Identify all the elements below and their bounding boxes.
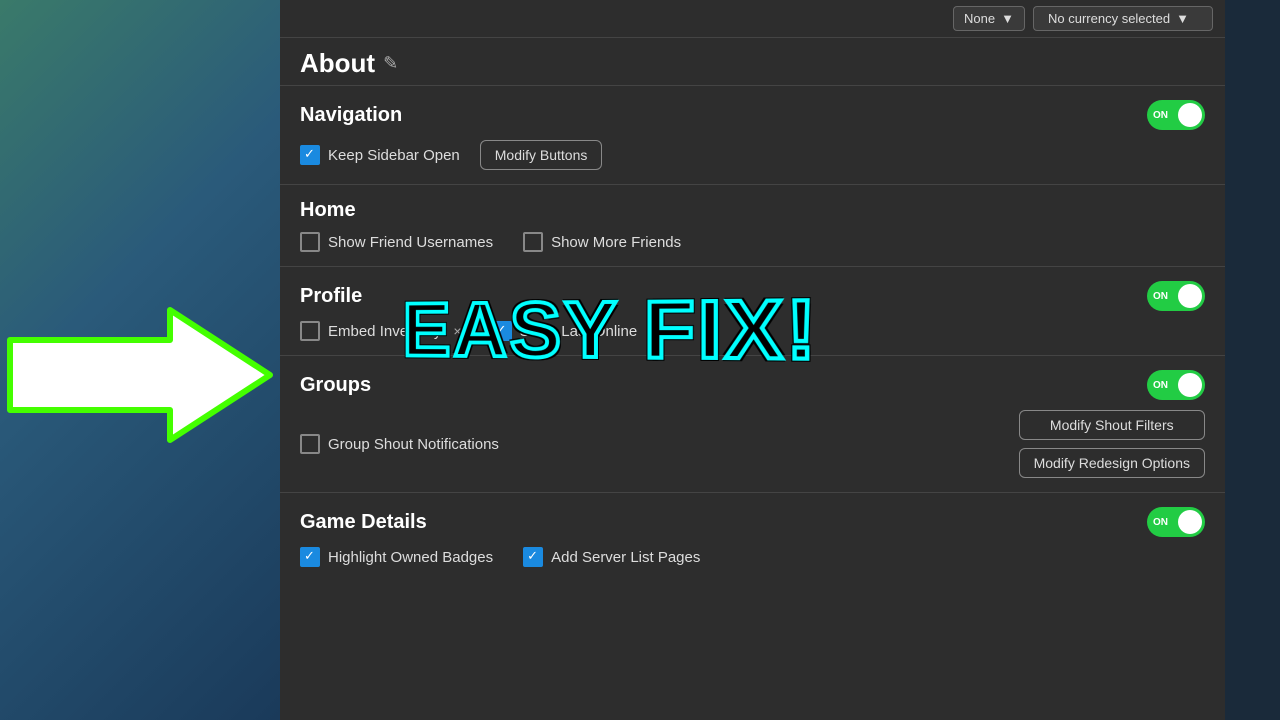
navigation-toggle-label: ON bbox=[1153, 110, 1168, 121]
home-section-header: Home bbox=[300, 199, 1205, 222]
game-details-section-header: Game Details ON bbox=[300, 507, 1205, 537]
show-more-friends-item: Show More Friends bbox=[523, 232, 681, 252]
currency-arrow-icon: ▼ bbox=[1176, 11, 1189, 26]
navigation-title: Navigation bbox=[300, 104, 402, 127]
embed-inventory-label: Embed Inventory bbox=[328, 323, 441, 340]
navigation-toggle[interactable]: ON bbox=[1147, 100, 1205, 130]
show-friend-usernames-checkbox[interactable] bbox=[300, 232, 320, 252]
dropdown-arrow-icon: ▼ bbox=[1001, 11, 1014, 26]
none-label: None bbox=[964, 11, 995, 26]
background-right bbox=[1225, 0, 1280, 720]
home-title: Home bbox=[300, 199, 356, 222]
navigation-toggle-knob bbox=[1178, 103, 1202, 127]
embed-inventory-close-icon[interactable]: × bbox=[453, 323, 461, 339]
show-last-online-item: Show Last Online bbox=[492, 321, 638, 341]
settings-panel: None ▼ No currency selected ▼ About ✎ Na… bbox=[280, 0, 1225, 720]
game-details-toggle-knob bbox=[1178, 510, 1202, 534]
none-dropdown[interactable]: None ▼ bbox=[953, 6, 1025, 31]
show-more-friends-label: Show More Friends bbox=[551, 234, 681, 251]
modify-buttons-button[interactable]: Modify Buttons bbox=[480, 140, 603, 170]
about-header: About ✎ bbox=[280, 38, 1225, 85]
home-content: Show Friend Usernames Show More Friends bbox=[300, 232, 1205, 252]
add-server-list-pages-label: Add Server List Pages bbox=[551, 549, 700, 566]
groups-toggle-knob bbox=[1178, 373, 1202, 397]
profile-toggle-label: ON bbox=[1153, 291, 1168, 302]
show-friend-usernames-item: Show Friend Usernames bbox=[300, 232, 493, 252]
groups-section: Groups ON Group Shout Notifications Modi… bbox=[280, 355, 1225, 492]
about-title: About bbox=[300, 48, 375, 79]
home-section: Home Show Friend Usernames Show More Fri… bbox=[280, 184, 1225, 266]
background-left bbox=[0, 0, 280, 720]
keep-sidebar-open-label: Keep Sidebar Open bbox=[328, 147, 460, 164]
profile-content: Embed Inventory × Show Last Online bbox=[300, 321, 1205, 341]
add-server-list-pages-item: Add Server List Pages bbox=[523, 547, 700, 567]
highlight-owned-badges-checkbox[interactable] bbox=[300, 547, 320, 567]
add-server-list-pages-checkbox[interactable] bbox=[523, 547, 543, 567]
profile-section-header: Profile ON bbox=[300, 281, 1205, 311]
groups-toggle-label: ON bbox=[1153, 380, 1168, 391]
group-shout-notifications-checkbox[interactable] bbox=[300, 434, 320, 454]
modify-shout-filters-button[interactable]: Modify Shout Filters bbox=[1019, 410, 1205, 440]
navigation-content: Keep Sidebar Open Modify Buttons bbox=[300, 140, 1205, 170]
show-friend-usernames-label: Show Friend Usernames bbox=[328, 234, 493, 251]
keep-sidebar-open-checkbox[interactable] bbox=[300, 145, 320, 165]
profile-toggle[interactable]: ON bbox=[1147, 281, 1205, 311]
profile-section: Profile ON Embed Inventory × Show Last O… bbox=[280, 266, 1225, 355]
groups-toggle[interactable]: ON bbox=[1147, 370, 1205, 400]
game-details-section: Game Details ON Highlight Owned Badges A… bbox=[280, 492, 1225, 581]
highlight-owned-badges-label: Highlight Owned Badges bbox=[328, 549, 493, 566]
group-shout-notifications-item: Group Shout Notifications bbox=[300, 434, 499, 454]
show-last-online-checkbox[interactable] bbox=[492, 321, 512, 341]
embed-inventory-item: Embed Inventory × bbox=[300, 321, 462, 341]
group-shout-notifications-label: Group Shout Notifications bbox=[328, 436, 499, 453]
navigation-section-header: Navigation ON bbox=[300, 100, 1205, 130]
embed-inventory-checkbox[interactable] bbox=[300, 321, 320, 341]
show-last-online-label: Show Last Online bbox=[520, 323, 638, 340]
profile-title: Profile bbox=[300, 285, 362, 308]
show-more-friends-checkbox[interactable] bbox=[523, 232, 543, 252]
keep-sidebar-open-item: Keep Sidebar Open bbox=[300, 145, 460, 165]
groups-buttons: Modify Shout Filters Modify Redesign Opt… bbox=[1019, 410, 1205, 478]
profile-toggle-knob bbox=[1178, 284, 1202, 308]
game-details-content: Highlight Owned Badges Add Server List P… bbox=[300, 547, 1205, 567]
navigation-section: Navigation ON Keep Sidebar Open Modify B… bbox=[280, 85, 1225, 184]
groups-section-header: Groups ON bbox=[300, 370, 1205, 400]
game-details-title: Game Details bbox=[300, 511, 427, 534]
highlight-owned-badges-item: Highlight Owned Badges bbox=[300, 547, 493, 567]
groups-content: Group Shout Notifications Modify Shout F… bbox=[300, 410, 1205, 478]
game-details-toggle-label: ON bbox=[1153, 517, 1168, 528]
top-bar: None ▼ No currency selected ▼ bbox=[280, 0, 1225, 38]
modify-redesign-options-button[interactable]: Modify Redesign Options bbox=[1019, 448, 1205, 478]
currency-dropdown[interactable]: No currency selected ▼ bbox=[1033, 6, 1213, 31]
edit-icon[interactable]: ✎ bbox=[383, 53, 398, 74]
currency-label: No currency selected bbox=[1048, 11, 1170, 26]
game-details-toggle[interactable]: ON bbox=[1147, 507, 1205, 537]
groups-title: Groups bbox=[300, 374, 371, 397]
